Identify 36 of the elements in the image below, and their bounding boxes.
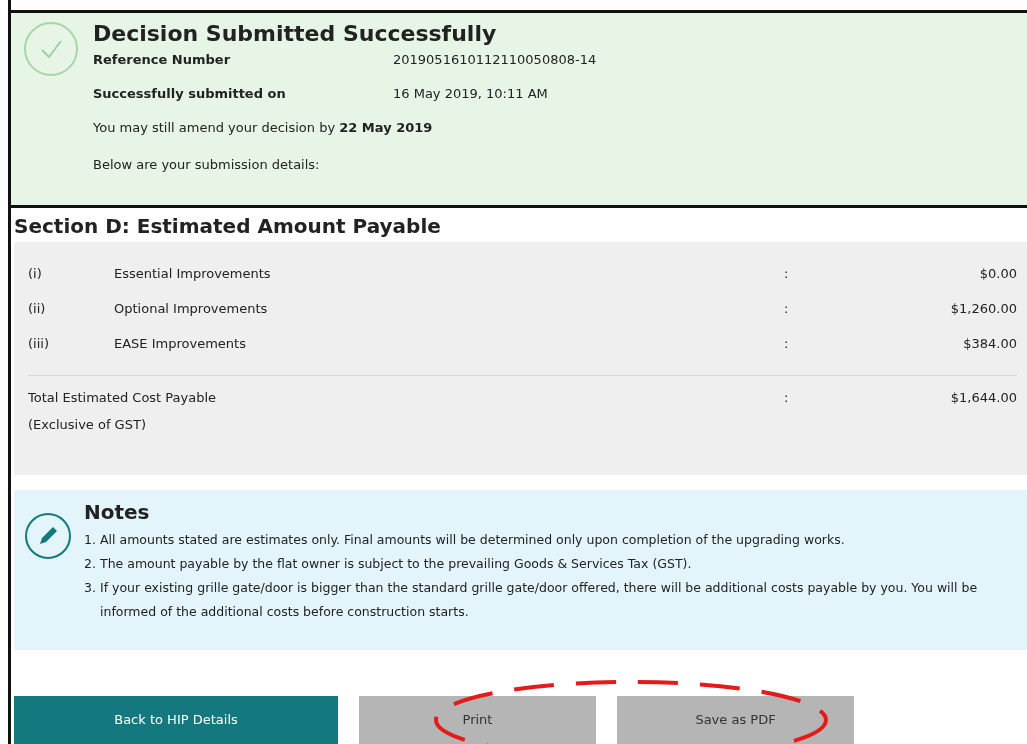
action-button[interactable]: Print [359,696,596,744]
note-number: 3. [84,579,97,597]
note-number: 1. [84,531,97,549]
note-number: 2. [84,555,97,573]
pencil-icon [24,512,72,560]
total-sublabel: (Exclusive of GST) [28,417,147,432]
row-separator: : [784,390,789,405]
field-label: Reference Number [93,52,232,67]
row-index: (ii) [28,301,47,316]
row-label: Optional Improvements [114,301,269,316]
field-value: 2019051610112110050808-14 [393,52,597,67]
confirmation-title: Decision Submitted Successfully [93,21,498,46]
note-text: If your existing grille gate/door is bigger than the standard grille gate/door offered, there will be additional costs payable by you. You will be informed of the additional costs before construction starts. [100,579,979,621]
note-text: All amounts stated are estimates only. Final amounts will be determined only upon completion of the upgrading works. [100,531,845,549]
total-label: Total Estimated Cost Payable [28,390,218,405]
checkmark-icon [23,21,79,77]
back-button[interactable]: Back to HIP Details [14,696,338,744]
row-label: Essential Improvements [114,266,272,281]
field-value: 16 May 2019, 10:11 AM [393,85,548,101]
note-text: The amount payable by the flat owner is subject to the prevailing Goods & Services Tax (GST). [100,555,692,573]
total-amount: $1,644.00 [950,390,1017,407]
field-label: Successfully submitted on [93,85,287,101]
row-amount: $384.00 [963,336,1017,351]
amend-note: You may still amend your decision by 22 May 2019 [93,119,434,137]
notes-title: Notes [84,500,151,524]
row-separator: : [784,336,789,351]
row-separator: : [784,301,789,316]
section-title: Section D: Estimated Amount Payable [13,213,442,240]
row-amount: $0.00 [979,266,1017,281]
row-index: (iii) [28,336,50,351]
row-amount: $1,260.00 [950,301,1017,316]
row-label: EASE Improvements [114,336,247,351]
row-index: (i) [28,266,43,281]
row-separator: : [784,266,789,281]
details-note: Below are your submission details: [93,157,321,175]
action-button[interactable]: Save as PDF [617,696,854,744]
